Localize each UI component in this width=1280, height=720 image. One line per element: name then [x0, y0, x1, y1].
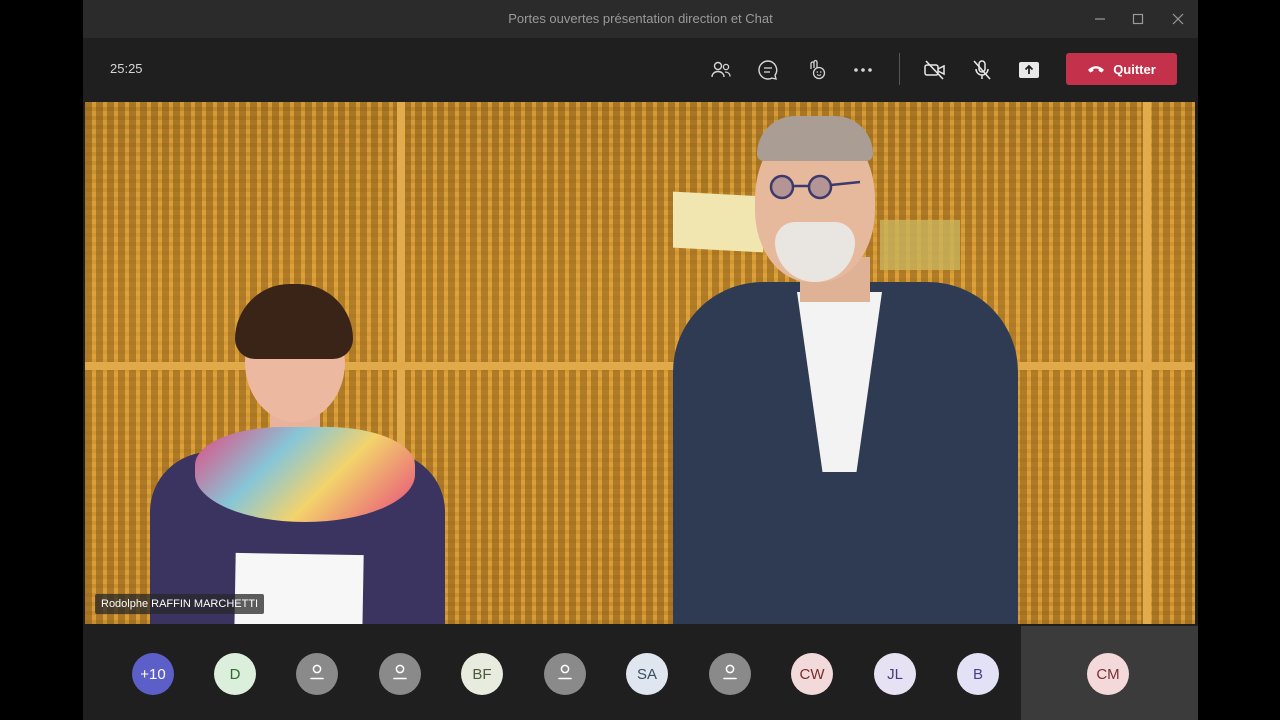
close-icon[interactable]	[1167, 8, 1189, 30]
wall-sign	[880, 220, 960, 270]
participant-avatar[interactable]	[709, 653, 751, 695]
teams-window: Portes ouvertes présentation direction e…	[83, 0, 1198, 720]
participant-strip: +10 D BF SA CW JL B CM	[83, 626, 1198, 720]
participant-initials: JL	[887, 665, 903, 683]
presenter-woman-scarf	[195, 427, 415, 522]
person-icon	[555, 663, 575, 685]
participant-avatar[interactable]: B	[957, 653, 999, 695]
window-title: Portes ouvertes présentation direction e…	[508, 11, 773, 26]
person-icon	[307, 663, 327, 685]
participant-initials: D	[229, 665, 241, 683]
participant-avatar[interactable]: SA	[626, 653, 668, 695]
participant-initials: CW	[799, 665, 825, 683]
participant-avatar[interactable]: CM	[1087, 653, 1129, 695]
person-icon	[720, 663, 740, 685]
participants-icon[interactable]	[708, 57, 734, 83]
participant-avatar[interactable]	[296, 653, 338, 695]
participant-initials: SA	[636, 665, 657, 683]
participant-avatar[interactable]	[379, 653, 421, 695]
phone-hangup-icon	[1087, 62, 1105, 77]
toolbar-separator	[899, 53, 900, 85]
participant-avatar[interactable]: D	[214, 653, 256, 695]
leave-button[interactable]: Quitter	[1066, 53, 1177, 85]
participant-initials: +10	[140, 665, 166, 683]
main-video-feed[interactable]: Rodolphe RAFFIN MARCHETTI	[85, 102, 1195, 624]
meeting-toolbar: 25:25 Quitter	[83, 38, 1198, 100]
participant-avatar[interactable]	[544, 653, 586, 695]
person-icon	[390, 663, 410, 685]
wall-sign	[673, 191, 763, 253]
presenter-man-glasses	[769, 174, 861, 200]
chat-icon[interactable]	[755, 57, 781, 83]
share-icon[interactable]	[1016, 57, 1042, 83]
participant-avatar[interactable]: BF	[461, 653, 503, 695]
mic-off-icon[interactable]	[969, 57, 995, 83]
participant-initials: CM	[1096, 665, 1120, 683]
participant-initials: BF	[472, 665, 492, 683]
minimize-icon[interactable]	[1089, 8, 1111, 30]
reactions-icon[interactable]	[803, 57, 829, 83]
title-bar: Portes ouvertes présentation direction e…	[83, 0, 1198, 38]
leave-label: Quitter	[1113, 61, 1156, 77]
more-icon[interactable]	[850, 57, 876, 83]
presenter-man-hair	[757, 116, 873, 161]
participant-avatar[interactable]: +10	[132, 653, 174, 695]
participant-avatar[interactable]: JL	[874, 653, 916, 695]
participant-initials: B	[972, 665, 983, 683]
participant-avatar[interactable]: CW	[791, 653, 833, 695]
meeting-timer: 25:25	[110, 61, 143, 76]
maximize-icon[interactable]	[1127, 8, 1149, 30]
speaker-name-label: Rodolphe RAFFIN MARCHETTI	[95, 594, 265, 614]
camera-off-icon[interactable]	[922, 57, 948, 83]
